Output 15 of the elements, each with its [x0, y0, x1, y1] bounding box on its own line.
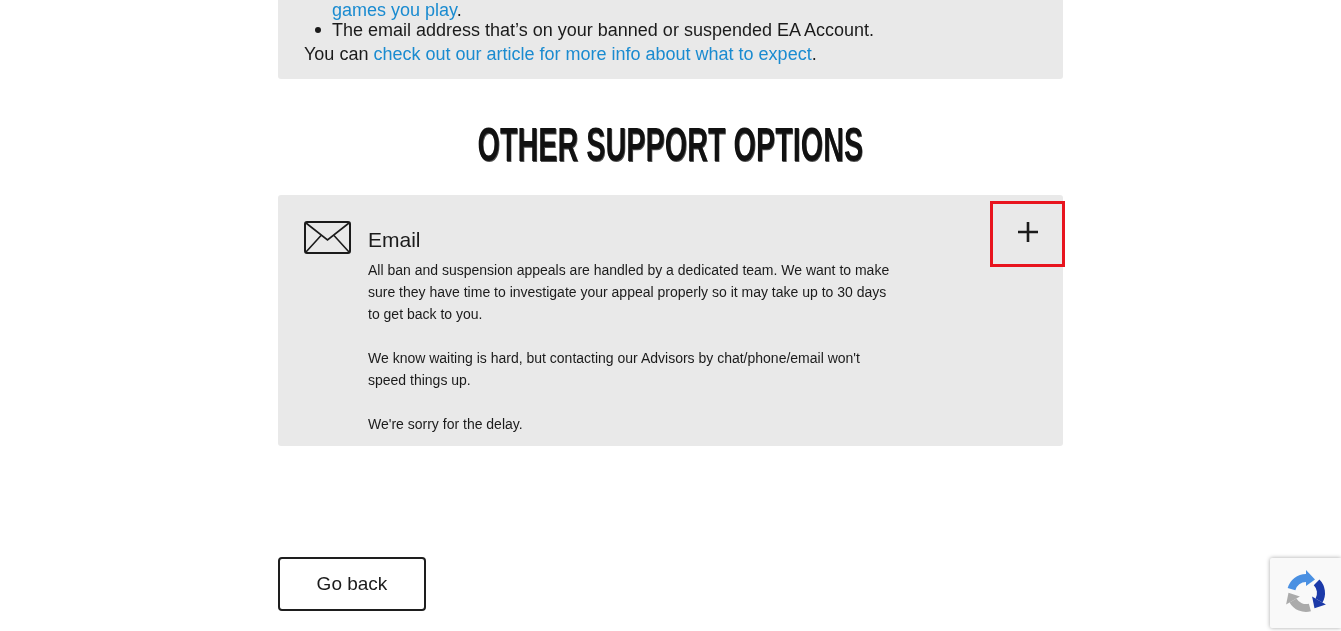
option-title: Email	[368, 227, 422, 252]
expand-button[interactable]	[990, 201, 1065, 267]
list-item: The email address that’s on your banned or suspended EA Account.	[304, 20, 1037, 40]
plus-icon	[1017, 222, 1038, 242]
go-back-button[interactable]: Go back	[278, 557, 426, 611]
list-item: games you play.	[331, 0, 463, 20]
article-link[interactable]: games you play	[332, 0, 457, 20]
info-text: You can check out our article for more info about what to expect.	[304, 44, 818, 64]
option-description: We know waiting is hard, but contacting our Advisors by chat/phone/email won't speed things up.	[368, 349, 861, 390]
option-description: We're sorry for the delay.	[368, 415, 524, 434]
envelope-icon	[304, 221, 351, 254]
section-heading: OTHER SUPPORT OPTIONS	[477, 121, 864, 169]
bullet-icon	[315, 27, 321, 33]
article-link[interactable]: check out our article for more info about what to expect	[373, 44, 812, 64]
option-description: All ban and suspension appeals are handled by a dedicated team. We want to make sure they have time to investigate your appeal properly so it may take up to 30 days to get back to you.	[368, 261, 891, 324]
